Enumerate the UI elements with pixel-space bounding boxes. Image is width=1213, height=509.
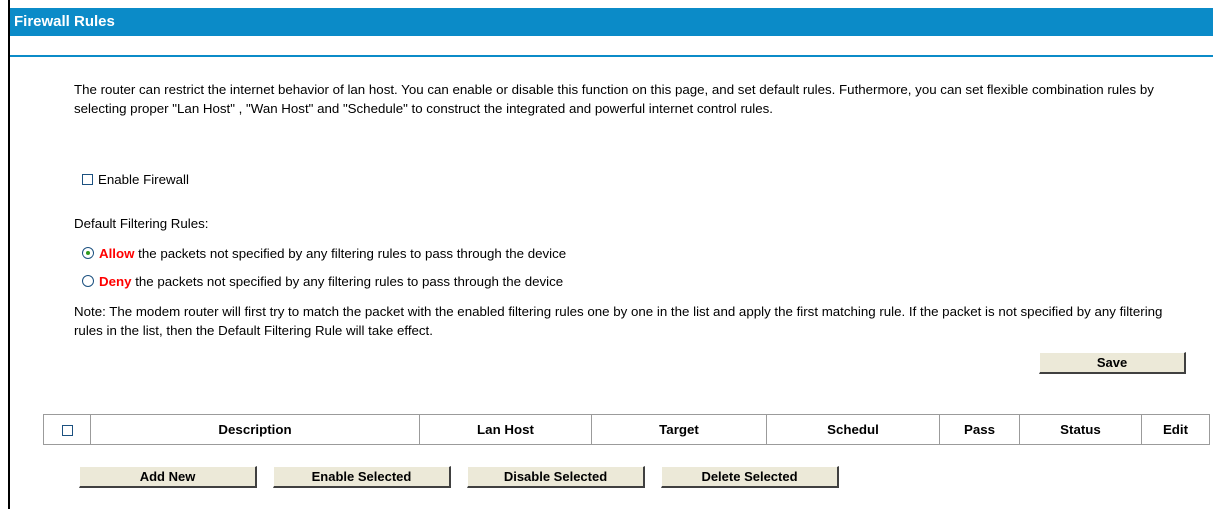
column-header: Description [90, 414, 420, 445]
add-new-button[interactable]: Add New [79, 466, 257, 488]
table-header-row: Description Lan Host Target Schedul Pass… [43, 414, 1210, 445]
column-header: Edit [1141, 414, 1210, 445]
deny-keyword: Deny [99, 274, 132, 289]
title-divider [10, 55, 1213, 57]
select-all-checkbox[interactable] [61, 424, 73, 436]
page-title: Firewall Rules [10, 8, 1213, 36]
firewall-rules-panel: Firewall Rules The router can restrict t… [8, 0, 1213, 509]
deny-radio[interactable] [82, 275, 94, 288]
intro-text: The router can restrict the internet beh… [74, 82, 1154, 116]
enable-selected-button[interactable]: Enable Selected [273, 466, 451, 488]
allow-radio[interactable] [82, 247, 94, 260]
select-all-cell[interactable] [43, 414, 91, 445]
rules-table: Description Lan Host Target Schedul Pass… [43, 414, 1210, 445]
column-header: Lan Host [419, 414, 592, 445]
allow-keyword: Allow [99, 246, 135, 261]
save-button[interactable]: Save [1039, 352, 1186, 374]
default-filtering-rules-label: Default Filtering Rules: [74, 216, 209, 231]
column-header: Schedul [766, 414, 940, 445]
deny-description: the packets not specified by any filteri… [131, 274, 564, 289]
column-header: Status [1019, 414, 1142, 445]
allow-option-row[interactable]: Allow the packets not specified by any f… [82, 244, 566, 263]
delete-selected-button[interactable]: Delete Selected [661, 466, 839, 488]
column-header: Target [591, 414, 767, 445]
deny-option-row[interactable]: Deny the packets not specified by any fi… [82, 272, 563, 291]
enable-firewall-row[interactable]: Enable Firewall [82, 170, 189, 189]
allow-description: the packets not specified by any filteri… [134, 246, 567, 261]
enable-firewall-label: Enable Firewall [98, 172, 189, 187]
column-header: Pass [939, 414, 1020, 445]
note-text: Note: The modem router will first try to… [74, 304, 1163, 338]
disable-selected-button[interactable]: Disable Selected [467, 466, 645, 488]
enable-firewall-checkbox[interactable] [82, 173, 93, 185]
